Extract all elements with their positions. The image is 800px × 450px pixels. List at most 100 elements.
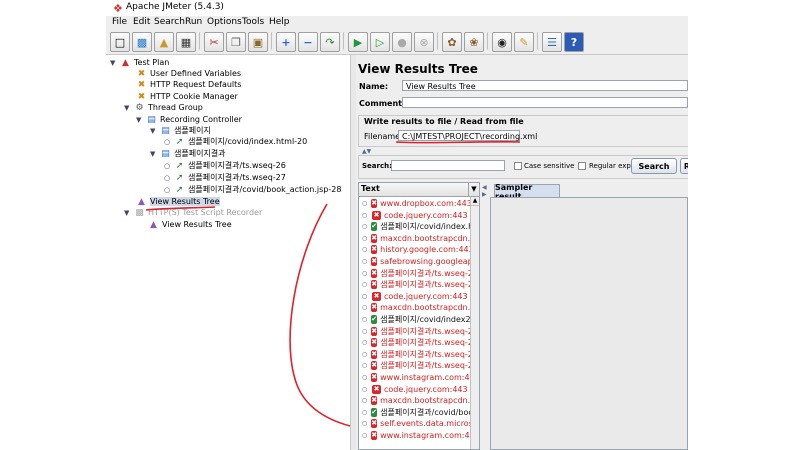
result-row[interactable]: ○ ✖ safebrowsing.googleapis <box>359 256 471 267</box>
paste-icon[interactable]: ▣ <box>248 32 268 52</box>
renderer-selector[interactable]: Text ▼ <box>359 183 479 197</box>
result-row[interactable]: ○ ✖ 샘플페이지결과/ts.wseq-2 <box>359 268 471 279</box>
start-icon[interactable]: ▶ <box>348 32 368 52</box>
new-icon[interactable]: □ <box>110 32 130 52</box>
collapse-toggle-icon[interactable]: ▼ <box>150 150 157 158</box>
collapse-toggle-icon[interactable]: ▼ <box>150 127 157 135</box>
tree-node-user-defined-variables[interactable]: ✖ User Defined Variables <box>136 68 241 79</box>
result-row[interactable]: ○ ✖ code.jquery.com:443 <box>359 210 471 221</box>
split-arrows-icon[interactable]: ▲▼ <box>362 148 371 155</box>
tab-sampler-result[interactable]: Sampler result <box>494 183 560 201</box>
result-row[interactable]: ○ ✖maxcdn.bootstrapcdn.com <box>359 302 471 313</box>
expand-toggle-icon[interactable]: ○ <box>362 374 367 381</box>
tree-node-sample-page-result[interactable]: ▼ ▤ 샘플페이지결과 <box>150 148 226 159</box>
expand-toggle-icon[interactable]: ○ <box>362 420 367 427</box>
expand-toggle-icon[interactable]: ○ <box>362 270 367 277</box>
expand-toggle-icon[interactable]: ○ <box>164 174 171 182</box>
expand-toggle-icon[interactable]: ○ <box>362 339 367 346</box>
toggle-icon[interactable]: ↷ <box>320 32 340 52</box>
expand-toggle-icon[interactable]: ○ <box>362 246 367 253</box>
tree-node-view-results-tree-recorder[interactable]: ▲ View Results Tree <box>148 219 232 230</box>
regex-checkbox[interactable] <box>578 162 586 170</box>
expand-toggle-icon[interactable]: ○ <box>362 409 367 416</box>
result-row[interactable]: ○ ✖maxcdn.bootstrapcdn.com <box>359 233 471 244</box>
tree-node-sample-page[interactable]: ▼ ▤ 샘플페이지 <box>150 125 211 136</box>
expand-toggle-icon[interactable]: ○ <box>362 293 368 300</box>
search-field[interactable] <box>391 160 505 171</box>
open-icon[interactable]: ▲ <box>154 32 174 52</box>
expand-toggle-icon[interactable]: ○ <box>362 304 367 311</box>
expand-toggle-icon[interactable]: ○ <box>362 200 367 207</box>
expand-toggle-icon[interactable]: ○ <box>362 235 367 242</box>
split-arrow-right-icon[interactable]: ▶ <box>482 191 487 198</box>
reset-search-icon[interactable]: ✎ <box>514 32 534 52</box>
shutdown-icon[interactable]: ⊗ <box>414 32 434 52</box>
start-no-timers-icon[interactable]: ▷ <box>370 32 390 52</box>
stop-icon[interactable]: ● <box>392 32 412 52</box>
reset-button[interactable]: R <box>680 158 688 174</box>
split-arrow-left-icon[interactable]: ◀ <box>482 184 487 191</box>
results-splitter[interactable]: ◀ ▶ <box>482 182 488 450</box>
expand-toggle-icon[interactable]: ○ <box>164 162 171 170</box>
tree-node-sampler[interactable]: ○ ➚ 샘플페이지결과/ts.wseq-27 <box>164 172 286 183</box>
tree-node-http-request-defaults[interactable]: ✖ HTTP Request Defaults <box>136 79 242 90</box>
result-row[interactable]: ○ ✖ history.google.com:443 <box>359 244 471 255</box>
function-helper-icon[interactable]: ☰ <box>542 32 562 52</box>
menu-run[interactable]: Run <box>185 17 202 27</box>
tree-node-test-script-recorder[interactable]: ▼ ▩ HTTP(S) Test Script Recorder <box>124 207 262 218</box>
result-row[interactable]: ○ ✖ 샘플페이지결과/ts.wseq-2 <box>359 326 471 337</box>
expand-toggle-icon[interactable]: ○ <box>362 351 367 358</box>
tree-node-recording-controller[interactable]: ▼ ▤ Recording Controller <box>136 114 242 125</box>
expand-toggle-icon[interactable]: ○ <box>362 281 367 288</box>
result-row[interactable]: ○ ✖ 샘플페이지결과/ts.wseq-2 <box>359 349 471 360</box>
comments-field[interactable] <box>402 97 688 108</box>
expand-toggle-icon[interactable]: ○ <box>164 138 171 146</box>
scroll-up-icon[interactable]: ▲ <box>471 197 479 206</box>
cut-icon[interactable]: ✂ <box>204 32 224 52</box>
result-row[interactable]: ○ ✖ 샘플페이지결과/ts.wseq-2 <box>359 360 471 371</box>
menu-file[interactable]: File <box>112 17 127 27</box>
copy-icon[interactable]: ❐ <box>226 32 246 52</box>
save-icon[interactable]: ▦ <box>176 32 196 52</box>
tree-node-sampler[interactable]: ○ ➚ 샘플페이지결과/ts.wseq-26 <box>164 160 286 171</box>
search-button[interactable]: Search <box>631 158 677 174</box>
tree-node-sampler[interactable]: ○ ➚ 샘플페이지/covid/index.html-20 <box>164 136 307 147</box>
expand-toggle-icon[interactable]: ○ <box>362 386 368 393</box>
dropdown-arrow-icon[interactable]: ▼ <box>468 183 479 196</box>
result-row[interactable]: ○ ✖ www.instagram.com:443 <box>359 430 471 441</box>
collapse-toggle-icon[interactable]: ▼ <box>136 116 143 124</box>
expand-toggle-icon[interactable]: ○ <box>164 186 171 194</box>
clear-all-icon[interactable]: ❀ <box>464 32 484 52</box>
result-row[interactable]: ○ ✖ 샘플페이지결과/ts.wseq-2 <box>359 279 471 290</box>
result-row[interactable]: ○ ✖ www.instagram.com:443 <box>359 372 471 383</box>
expand-toggle-icon[interactable]: ○ <box>362 397 367 404</box>
result-row[interactable]: ○ ✔ 샘플페이지결과/covid/boo <box>359 407 471 418</box>
help-icon[interactable]: ? <box>564 32 584 52</box>
menu-edit[interactable]: Edit <box>133 17 150 27</box>
collapse-toggle-icon[interactable]: ▼ <box>124 209 131 217</box>
result-row[interactable]: ○ ✖ code.jquery.com:443 <box>359 291 471 302</box>
collapse-toggle-icon[interactable]: ▼ <box>124 104 131 112</box>
case-sensitive-checkbox[interactable] <box>514 162 522 170</box>
filename-field[interactable]: C:\JMTEST\PROJECT\recording.xml <box>398 130 537 141</box>
menu-search[interactable]: Search <box>154 17 185 27</box>
templates-icon[interactable]: ▩ <box>132 32 152 52</box>
tree-node-thread-group[interactable]: ▼ ⚙ Thread Group <box>124 102 203 113</box>
result-row[interactable]: ○ ✔ 샘플페이지/covid/index2.h <box>359 314 471 325</box>
result-row[interactable]: ○ ✔샘플페이지/covid/index.htm <box>359 221 471 232</box>
menu-tools[interactable]: Tools <box>242 17 264 27</box>
result-row[interactable]: ○ ✖self.events.data.microsoft <box>359 418 471 429</box>
expand-toggle-icon[interactable]: ○ <box>362 432 367 439</box>
tree-node-http-cookie-manager[interactable]: ✖ HTTP Cookie Manager <box>136 91 238 102</box>
menu-help[interactable]: Help <box>269 17 290 27</box>
result-row[interactable]: ○ ✖maxcdn.bootstrapcdn.com <box>359 395 471 406</box>
expand-icon[interactable]: + <box>276 32 296 52</box>
expand-toggle-icon[interactable]: ○ <box>362 258 367 265</box>
expand-toggle-icon[interactable]: ○ <box>362 362 367 369</box>
expand-toggle-icon[interactable]: ○ <box>362 316 367 323</box>
name-field[interactable]: View Results Tree <box>402 80 688 91</box>
collapse-icon[interactable]: − <box>298 32 318 52</box>
clear-icon[interactable]: ✿ <box>442 32 462 52</box>
result-row[interactable]: ○ ✖ www.dropbox.com:443 <box>359 198 471 209</box>
collapse-toggle-icon[interactable]: ▼ <box>110 59 117 67</box>
